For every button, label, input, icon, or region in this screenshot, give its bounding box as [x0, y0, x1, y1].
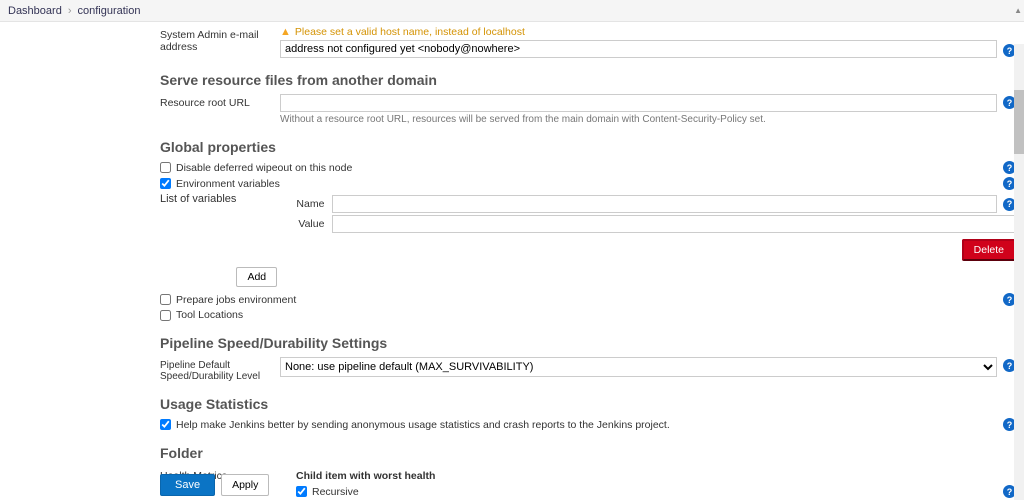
resource-root-url-label: Resource root URL — [160, 94, 280, 109]
scrollbar-thumb[interactable] — [1014, 90, 1024, 154]
delete-variable-button[interactable]: Delete — [962, 239, 1016, 261]
disable-wipeout-label: Disable deferred wipeout on this node — [176, 162, 352, 174]
tool-locations-label: Tool Locations — [176, 309, 243, 321]
scroll-up-icon[interactable]: ▲ — [1014, 6, 1022, 15]
resource-root-help: Without a resource root URL, resources w… — [280, 114, 997, 125]
list-of-variables-label: List of variables — [160, 193, 236, 287]
breadcrumb: Dashboard › configuration — [0, 0, 1024, 22]
tool-locations-checkbox[interactable] — [160, 310, 171, 321]
pipeline-level-label: Pipeline Default Speed/Durability Level — [160, 357, 280, 382]
section-pipeline-durability: Pipeline Speed/Durability Settings — [160, 335, 1016, 351]
env-vars-checkbox[interactable] — [160, 178, 171, 189]
child-worst-label: Child item with worst health — [296, 470, 435, 482]
usage-stats-label: Help make Jenkins better by sending anon… — [176, 419, 670, 431]
warning-icon: ▲ — [280, 26, 291, 38]
var-value-input[interactable] — [332, 215, 1016, 233]
resource-root-url-input[interactable] — [280, 94, 997, 112]
section-serve-resource: Serve resource files from another domain — [160, 72, 1016, 88]
prepare-jobs-env-checkbox[interactable] — [160, 294, 171, 305]
admin-email-label: System Admin e-mail address — [160, 26, 280, 53]
section-global-properties: Global properties — [160, 139, 1016, 155]
recursive-label: Recursive — [312, 486, 359, 498]
breadcrumb-dashboard[interactable]: Dashboard — [8, 5, 62, 17]
prepare-jobs-env-label: Prepare jobs environment — [176, 294, 296, 306]
env-vars-label: Environment variables — [176, 178, 280, 190]
var-name-label: Name — [236, 198, 332, 210]
disable-wipeout-checkbox[interactable] — [160, 162, 171, 173]
add-variable-button[interactable]: Add — [236, 267, 277, 287]
recursive-checkbox[interactable] — [296, 486, 307, 497]
section-folder: Folder — [160, 445, 1016, 461]
pipeline-level-select[interactable]: None: use pipeline default (MAX_SURVIVAB… — [280, 357, 997, 377]
section-usage-statistics: Usage Statistics — [160, 396, 1016, 412]
apply-button[interactable]: Apply — [221, 474, 269, 496]
var-name-input[interactable] — [332, 195, 997, 213]
admin-email-input[interactable] — [280, 40, 997, 58]
usage-stats-checkbox[interactable] — [160, 419, 171, 430]
var-value-label: Value — [236, 218, 332, 230]
save-button[interactable]: Save — [160, 474, 215, 496]
hostname-warning: ▲ Please set a valid host name, instead … — [280, 26, 997, 38]
breadcrumb-configuration[interactable]: configuration — [78, 5, 141, 17]
